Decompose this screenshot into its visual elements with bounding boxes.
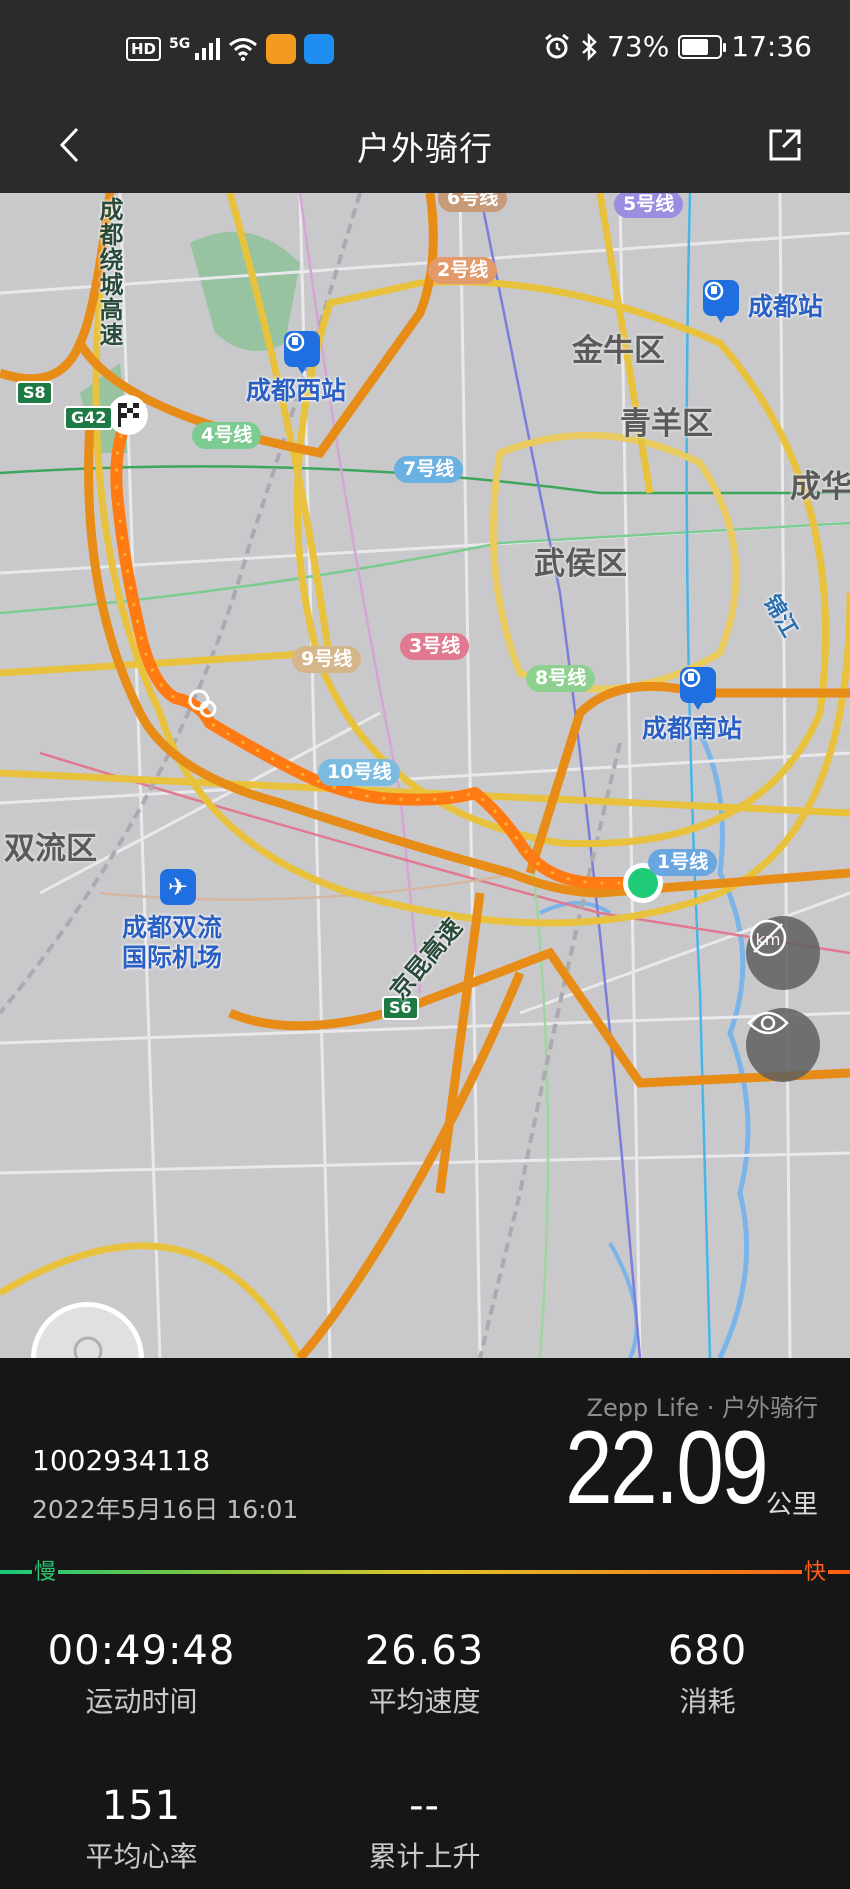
hide-distance-button[interactable]: km [746, 916, 820, 990]
airport-label: 成都双流 国际机场 [122, 913, 223, 972]
stat-calories: 680 消耗 [566, 1628, 849, 1720]
metro-line-tag: 7号线 [394, 456, 464, 483]
stat-elevation-gain: -- 累计上升 [283, 1783, 566, 1875]
highway-shield: S8 [16, 381, 53, 405]
workout-summary: Zepp Life · 户外骑行 1002934118 2022年5月16日 1… [0, 1358, 850, 1889]
stat-avg-heart-rate: 151 平均心率 [0, 1783, 283, 1875]
metro-line-tag: 5号线 [614, 193, 684, 218]
status-bar: HD 5G 73% 17:36 [0, 0, 850, 100]
battery-percent: 73% [607, 30, 670, 63]
district-label: 武侯区 [534, 546, 627, 582]
route-map[interactable]: S8 G42 S6 6号线 5号线 2号线 4号线 7号线 9号线 3号线 8号… [0, 193, 850, 1358]
stat-value: -- [409, 1783, 440, 1829]
stat-label: 消耗 [679, 1685, 736, 1718]
stat-value: 151 [101, 1783, 182, 1829]
hide-distance-icon: km [749, 919, 787, 957]
metro-line-tag: 10号线 [318, 759, 401, 786]
stat-label: 平均心率 [85, 1840, 198, 1873]
metro-line-tag: 3号线 [400, 633, 470, 660]
alarm-icon [545, 33, 569, 58]
bluetooth-icon [582, 32, 597, 61]
stat-label: 运动时间 [85, 1685, 198, 1718]
road-label: 成都绕城高速 [95, 197, 123, 347]
stat-duration: 00:49:48 运动时间 [0, 1628, 283, 1720]
share-button[interactable] [760, 120, 810, 170]
district-label: 青羊区 [620, 406, 713, 442]
visibility-button[interactable] [746, 1008, 820, 1082]
speed-fast-label: 快 [801, 1554, 828, 1586]
status-left: HD 5G [126, 34, 335, 64]
district-label: 金牛区 [572, 333, 665, 369]
metro-line-tag: 6号线 [438, 193, 508, 212]
app-header: 户外骑行 [0, 100, 850, 193]
stat-value: 00:49:48 [47, 1628, 236, 1674]
district-label: 双流区 [4, 831, 97, 867]
metro-line-tag: 4号线 [192, 422, 262, 449]
app-icon [266, 34, 297, 64]
metro-line-tag: 8号线 [526, 665, 596, 692]
network-type: 5G [169, 36, 191, 52]
user-id: 1002934118 [32, 1444, 211, 1477]
signal-icon [195, 38, 221, 60]
distance-value: 22.09 [564, 1410, 769, 1526]
speed-slow-label: 慢 [32, 1554, 59, 1586]
station-label: 成都西站 [246, 376, 347, 405]
app-icon [304, 34, 335, 64]
metro-line-tag: 9号线 [292, 646, 362, 673]
eye-icon [747, 1011, 789, 1035]
speed-legend-bar [0, 1570, 850, 1574]
wifi-icon [229, 38, 258, 61]
station-label: 成都南站 [642, 714, 743, 743]
status-right: 73% 17:36 [543, 30, 812, 63]
map-background [0, 193, 850, 1358]
train-station-icon [680, 667, 716, 710]
train-station-icon [284, 331, 320, 374]
battery-icon [678, 34, 727, 59]
stat-value: 680 [667, 1628, 748, 1674]
stat-value: 26.63 [364, 1628, 485, 1674]
clock: 17:36 [731, 30, 812, 63]
stat-label: 平均速度 [368, 1685, 481, 1718]
district-label: 成华 [790, 469, 850, 505]
airport-icon: ✈ [160, 869, 196, 905]
hd-icon: HD [126, 37, 162, 61]
metro-line-tag: 1号线 [648, 849, 718, 876]
page-title: 户外骑行 [357, 129, 493, 168]
station-label: 成都站 [748, 292, 824, 321]
battery-fill [682, 38, 709, 55]
stat-avg-speed: 26.63 平均速度 [283, 1628, 566, 1720]
workout-datetime: 2022年5月16日 16:01 [32, 1495, 299, 1524]
metro-line-tag: 2号线 [428, 257, 498, 284]
distance-unit: 公里 [765, 1490, 818, 1520]
train-station-icon [703, 280, 739, 323]
share-icon [769, 129, 801, 161]
highway-shield: G42 [64, 406, 114, 430]
stat-label: 累计上升 [368, 1840, 481, 1873]
